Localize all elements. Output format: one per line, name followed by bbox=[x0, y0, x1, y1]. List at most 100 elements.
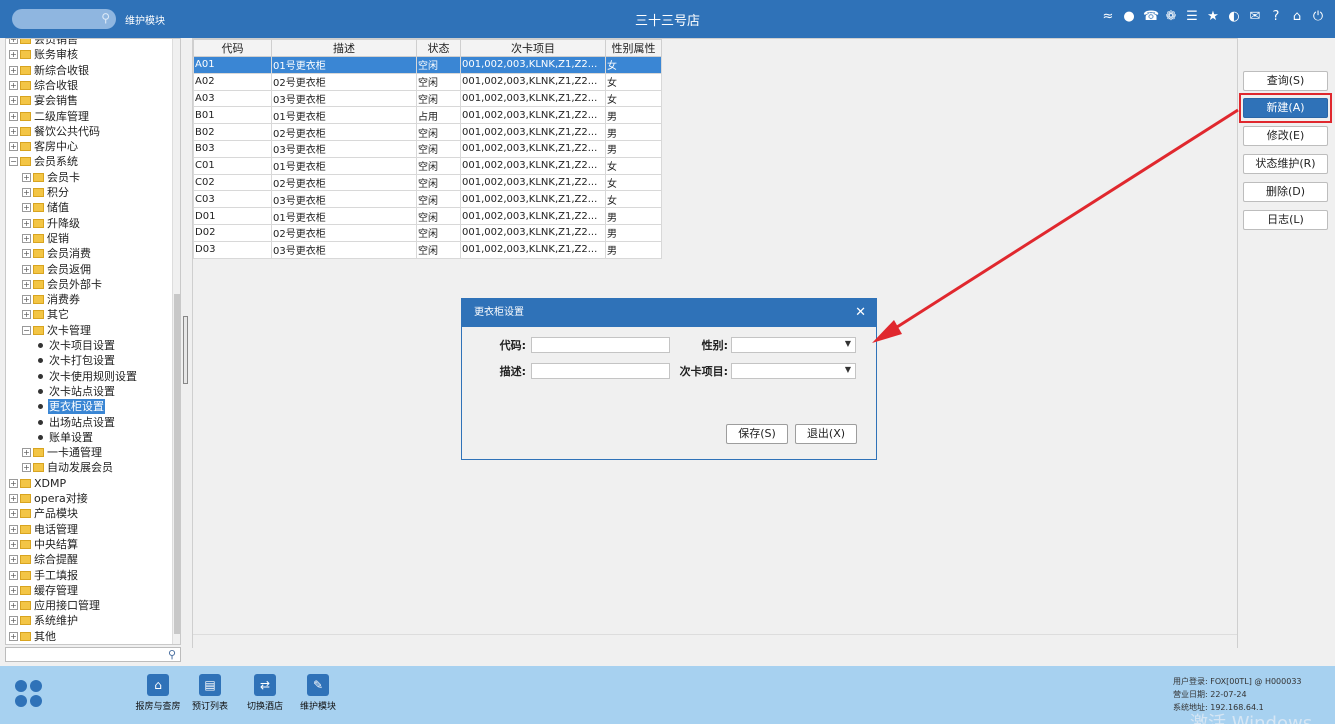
tree-search-input[interactable]: ⚲ bbox=[5, 647, 181, 662]
table-row[interactable]: B02 02号更衣柜 空闲 001,002,003,KLNK,Z1,Z2... 男 bbox=[193, 123, 662, 141]
expand-icon[interactable]: + bbox=[9, 524, 18, 534]
expand-icon[interactable]: + bbox=[9, 39, 18, 44]
expand-icon[interactable]: + bbox=[22, 448, 31, 458]
power-icon[interactable]: ⏻ bbox=[1311, 9, 1325, 25]
tree-item[interactable]: + 促销 bbox=[22, 231, 70, 246]
expand-icon[interactable]: + bbox=[9, 631, 18, 641]
tree-item[interactable]: + 其他 bbox=[9, 629, 57, 644]
tree-item[interactable]: + 综合收银 bbox=[9, 78, 79, 93]
gender-select[interactable]: ▼ bbox=[731, 337, 856, 353]
table-row[interactable]: D02 02号更衣柜 空闲 001,002,003,KLNK,Z1,Z2... 男 bbox=[193, 223, 662, 242]
table-row[interactable]: C02 02号更衣柜 空闲 001,002,003,KLNK,Z1,Z2... 女 bbox=[193, 173, 662, 192]
bottom-nav-item[interactable]: ⇄ 切换酒店 bbox=[238, 674, 292, 712]
tree-item[interactable]: + 其它 bbox=[22, 307, 70, 322]
expand-icon[interactable]: + bbox=[9, 478, 18, 488]
expand-icon[interactable]: + bbox=[9, 50, 18, 60]
expand-icon[interactable]: + bbox=[22, 203, 31, 213]
menu-icon[interactable]: ☰ bbox=[1185, 9, 1199, 25]
tree-item[interactable]: + 消费券 bbox=[22, 292, 81, 307]
tree-item[interactable]: + 中央结算 bbox=[9, 537, 79, 552]
tree-item[interactable]: + opera对接 bbox=[9, 491, 89, 506]
table-row[interactable]: C01 01号更衣柜 空闲 001,002,003,KLNK,Z1,Z2... 女 bbox=[193, 156, 662, 175]
chevron-down-icon[interactable]: ▼ bbox=[845, 339, 851, 348]
expand-icon[interactable]: + bbox=[22, 279, 31, 289]
card-item-select[interactable]: ▼ bbox=[731, 363, 856, 379]
expand-icon[interactable]: + bbox=[9, 65, 18, 75]
expand-icon[interactable]: + bbox=[9, 539, 18, 549]
expand-icon[interactable]: + bbox=[9, 509, 18, 519]
table-row[interactable]: D01 01号更衣柜 空闲 001,002,003,KLNK,Z1,Z2... 男 bbox=[193, 207, 662, 225]
table-row[interactable]: B03 03号更衣柜 空闲 001,002,003,KLNK,Z1,Z2... 男 bbox=[193, 139, 662, 158]
expand-icon[interactable]: + bbox=[9, 616, 18, 626]
expand-icon[interactable]: + bbox=[9, 555, 18, 565]
tree-item[interactable]: + XDMP bbox=[9, 476, 67, 491]
chevron-down-icon[interactable]: ▼ bbox=[845, 365, 851, 374]
collapse-icon[interactable]: − bbox=[9, 157, 18, 167]
expand-icon[interactable]: + bbox=[22, 310, 31, 320]
bottom-nav-item[interactable]: ▤ 预订列表 bbox=[183, 674, 237, 712]
tree-item[interactable]: + 储值 bbox=[22, 200, 70, 215]
collapse-icon[interactable]: − bbox=[22, 325, 31, 335]
expand-icon[interactable]: + bbox=[9, 570, 18, 580]
close-icon[interactable]: ✕ bbox=[855, 299, 866, 327]
expand-icon[interactable]: + bbox=[9, 111, 18, 121]
bottom-nav-item[interactable]: ⌂ 报房与查房 bbox=[131, 674, 185, 712]
expand-icon[interactable]: + bbox=[22, 295, 31, 305]
tree-item[interactable]: 次卡项目设置 bbox=[35, 338, 116, 353]
tree-item[interactable]: − 次卡管理 bbox=[22, 323, 92, 338]
message-icon[interactable]: ● bbox=[1122, 9, 1136, 25]
bottom-nav-item[interactable]: ✎ 维护模块 bbox=[291, 674, 345, 712]
code-input[interactable] bbox=[531, 337, 670, 353]
tree-item[interactable]: − 会员系统 bbox=[9, 154, 79, 169]
new-button[interactable]: 新建(A) bbox=[1243, 98, 1328, 118]
phone-icon[interactable]: ☎ bbox=[1143, 9, 1159, 25]
tree-item[interactable]: + 会员外部卡 bbox=[22, 277, 103, 292]
table-row[interactable]: B01 01号更衣柜 占用 001,002,003,KLNK,Z1,Z2... 男 bbox=[193, 106, 662, 125]
tree-scroll-thumb[interactable] bbox=[174, 294, 180, 634]
expand-icon[interactable]: + bbox=[22, 264, 31, 274]
grid-horizontal-scrollbar[interactable] bbox=[193, 634, 1237, 648]
tree-scrollbar[interactable] bbox=[172, 39, 180, 644]
tree-item[interactable]: 更衣柜设置 bbox=[35, 399, 105, 415]
tree-item[interactable]: + 产品模块 bbox=[9, 506, 79, 521]
column-header[interactable]: 性别属性 bbox=[605, 39, 662, 57]
tree-item[interactable]: + 会员返佣 bbox=[22, 262, 92, 277]
column-header[interactable]: 次卡项目 bbox=[460, 39, 606, 57]
tree-item[interactable]: + 宴会销售 bbox=[9, 93, 79, 108]
delete-button[interactable]: 删除(D) bbox=[1243, 182, 1328, 202]
expand-icon[interactable]: + bbox=[22, 233, 31, 243]
tree-item[interactable]: + 系统维护 bbox=[9, 613, 79, 628]
tree-item[interactable]: + 缓存管理 bbox=[9, 583, 79, 598]
expand-icon[interactable]: + bbox=[9, 126, 18, 136]
column-header[interactable]: 代码 bbox=[193, 39, 272, 57]
expand-icon[interactable]: + bbox=[9, 142, 18, 152]
table-row[interactable]: D03 03号更衣柜 空闲 001,002,003,KLNK,Z1,Z2... 男 bbox=[193, 240, 662, 259]
expand-icon[interactable]: + bbox=[22, 172, 31, 182]
palette-icon[interactable]: ❁ bbox=[1164, 9, 1178, 25]
column-header[interactable]: 状态 bbox=[416, 39, 461, 57]
contrast-icon[interactable]: ◐ bbox=[1227, 9, 1241, 25]
query-button[interactable]: 查询(S) bbox=[1243, 71, 1328, 91]
mail-icon[interactable]: ✉ bbox=[1248, 9, 1262, 25]
search-icon[interactable]: ⚲ bbox=[168, 648, 176, 661]
expand-icon[interactable]: + bbox=[22, 249, 31, 259]
expand-icon[interactable]: + bbox=[22, 188, 31, 197]
expand-icon[interactable]: + bbox=[9, 601, 18, 611]
tree-item[interactable]: + 电话管理 bbox=[9, 522, 79, 537]
tree-item[interactable]: + 二级库管理 bbox=[9, 109, 90, 124]
star-icon[interactable]: ★ bbox=[1206, 9, 1220, 25]
tree-item[interactable]: 次卡使用规则设置 bbox=[35, 369, 138, 384]
dialog-exit-button[interactable]: 退出(X) bbox=[795, 424, 857, 444]
app-logo[interactable] bbox=[15, 680, 43, 708]
desc-input[interactable] bbox=[531, 363, 670, 379]
table-row[interactable]: A01 01号更衣柜 空闲 001,002,003,KLNK,Z1,Z2... 女 bbox=[193, 56, 662, 74]
status-maintain-button[interactable]: 状态维护(R) bbox=[1243, 154, 1328, 174]
table-row[interactable]: A03 03号更衣柜 空闲 001,002,003,KLNK,Z1,Z2... 女 bbox=[193, 89, 662, 108]
wifi-icon[interactable]: ≈ bbox=[1101, 9, 1115, 25]
tree-item[interactable]: + 会员卡 bbox=[22, 170, 81, 185]
tree-item[interactable]: + 一卡通管理 bbox=[22, 445, 103, 460]
tree-item[interactable]: + 自动发展会员 bbox=[22, 460, 114, 475]
tree-item[interactable]: 次卡打包设置 bbox=[35, 353, 116, 368]
expand-icon[interactable]: + bbox=[9, 494, 18, 503]
tree-item[interactable]: + 升降级 bbox=[22, 216, 81, 231]
